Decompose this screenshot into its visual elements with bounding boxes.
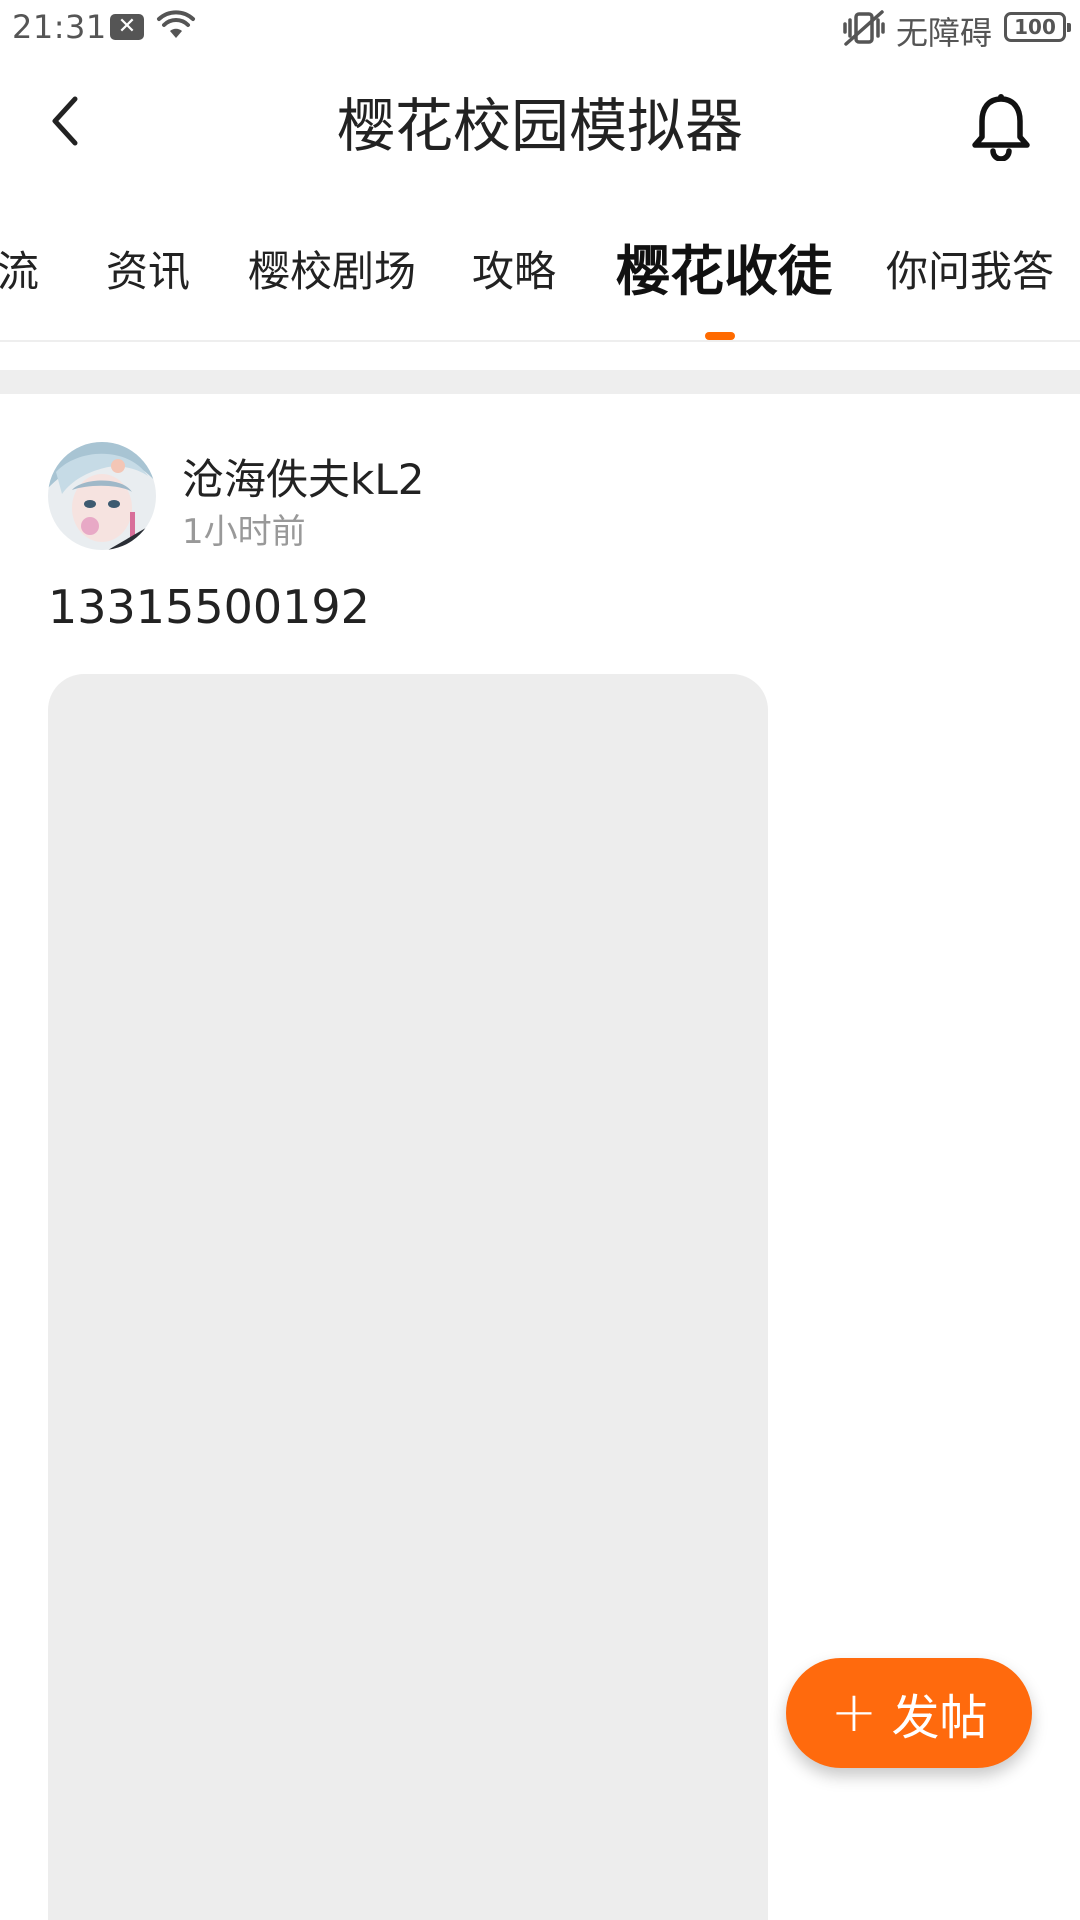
tab-apprentice[interactable]: 樱花收徒 (616, 226, 832, 340)
tab-news[interactable]: 资讯 (106, 226, 190, 340)
bell-icon (972, 94, 1030, 161)
status-bar: 21:31 ✕ 无障碍 100 (0, 0, 1080, 56)
post-author[interactable]: 沧海佚夫kL2 (182, 446, 424, 507)
back-button[interactable] (30, 86, 100, 156)
tab-theater[interactable]: 樱校剧场 (248, 226, 416, 340)
avatar-image (48, 442, 156, 550)
app-screen: 21:31 ✕ 无障碍 100 樱花校园模拟器 流 资讯 樱校剧场 攻略 樱花收… (0, 0, 1080, 1920)
tab-jiaoliu[interactable]: 交流 (0, 226, 39, 340)
avatar[interactable] (48, 442, 156, 550)
post-time: 1小时前 (182, 512, 306, 552)
post-text: 13315500192 (48, 580, 370, 634)
tab-qa[interactable]: 你问我答 (886, 226, 1054, 340)
post-image-placeholder[interactable] (48, 674, 768, 1920)
battery-icon: 100 (1004, 12, 1071, 42)
plus-icon: + (830, 1680, 878, 1745)
new-post-button[interactable]: + 发帖 (786, 1658, 1032, 1768)
page-title: 樱花校园模拟器 (336, 92, 743, 160)
wifi-icon (157, 10, 195, 38)
status-time: 21:31 (12, 8, 107, 46)
accessibility-label: 无障碍 (896, 14, 993, 52)
notification-icon: ✕ (110, 14, 144, 40)
active-tab-indicator (705, 332, 735, 340)
app-header: 樱花校园模拟器 (0, 56, 1080, 196)
tab-guides[interactable]: 攻略 (472, 226, 556, 340)
category-tabs: 交流 资讯 樱校剧场 攻略 樱花收徒 你问我答 (0, 226, 1080, 342)
vibrate-icon (843, 10, 885, 46)
notifications-button[interactable] (964, 90, 1038, 164)
back-arrow-icon (52, 96, 78, 146)
section-divider (0, 370, 1080, 394)
new-post-label: 发帖 (891, 1690, 988, 1746)
